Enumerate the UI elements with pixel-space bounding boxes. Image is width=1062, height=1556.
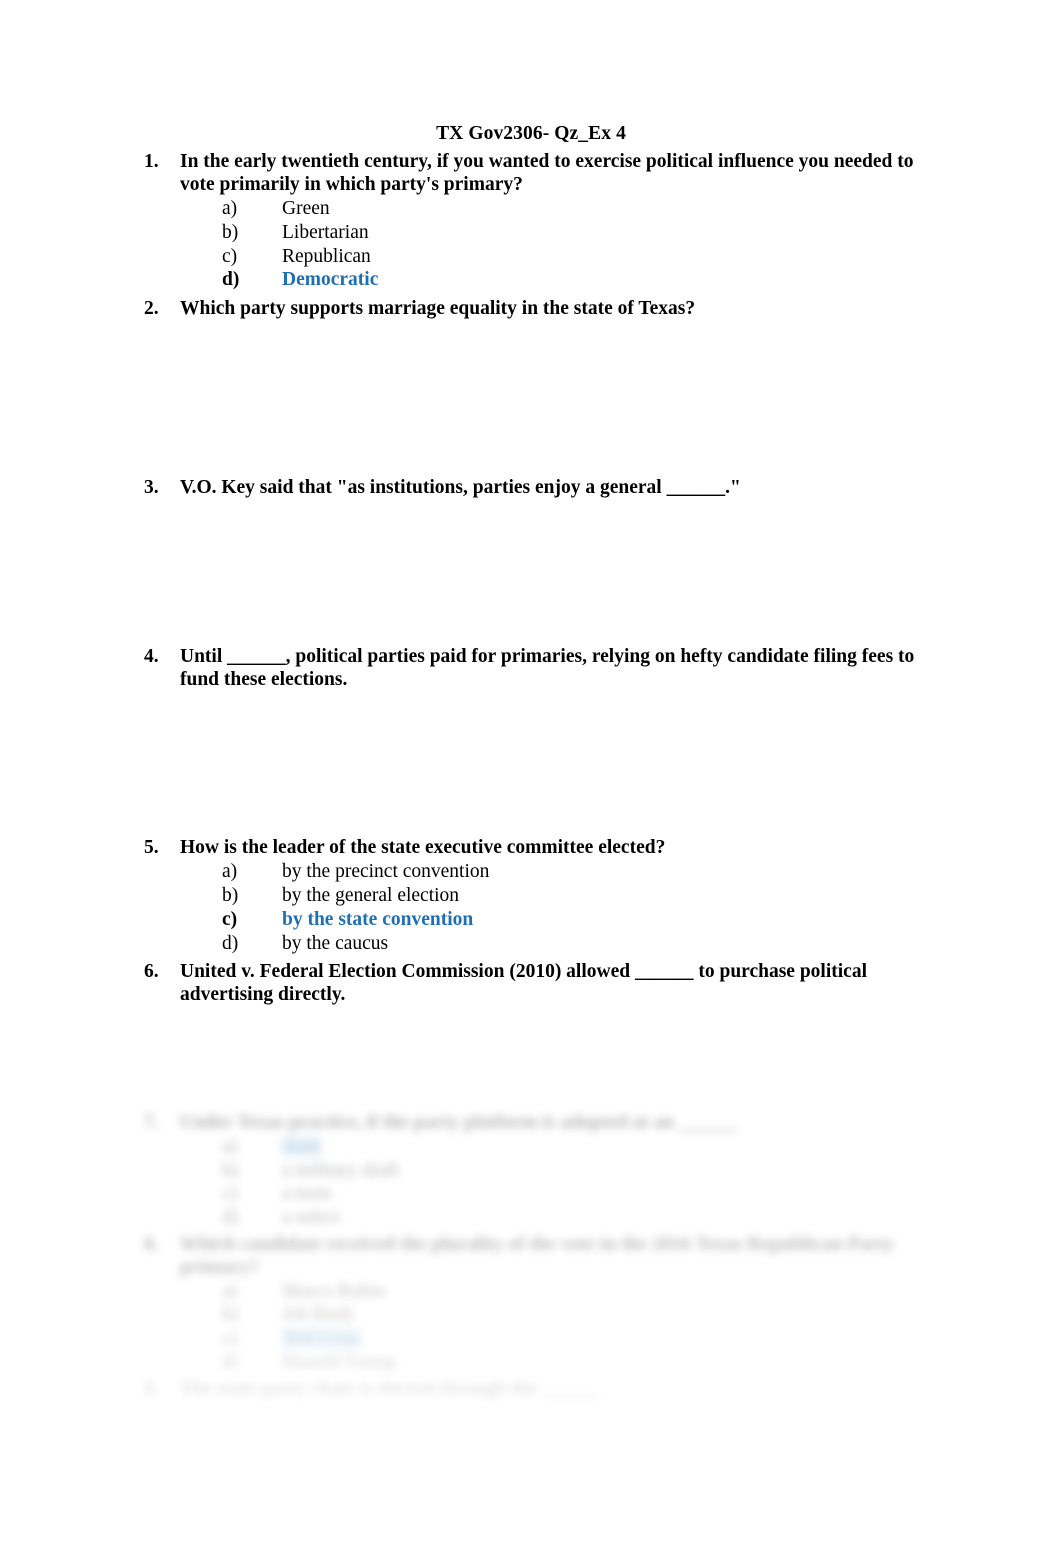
question-text: Until ______, political parties paid for… [180, 645, 915, 690]
question-number: 5. [144, 837, 159, 859]
answer-space[interactable] [180, 500, 1062, 640]
answer-space[interactable] [180, 1007, 1062, 1137]
option-marker: c) [222, 1183, 238, 1205]
question-number: 1. [144, 151, 159, 173]
option-marker: b) [222, 884, 239, 906]
option-marker: d) [222, 269, 240, 291]
question-number: 3. [144, 476, 159, 498]
option-text: Libertarian [282, 221, 369, 243]
option-item[interactable]: d) Donald Trump [180, 1351, 1062, 1375]
option-text: state [282, 1135, 321, 1157]
answer-space[interactable] [180, 691, 1062, 831]
question-item: 2. Which party supports marriage equality… [130, 298, 1062, 471]
option-item[interactable]: b) a military draft [180, 1159, 1062, 1183]
option-item[interactable]: a) by the precinct convention [180, 860, 1062, 884]
option-text: Democratic [282, 269, 379, 291]
page-title: TX Gov2306- Qz_Ex 4 [436, 123, 626, 144]
option-item[interactable]: c) Ted Cruz [180, 1327, 1062, 1351]
option-text: Green [282, 198, 330, 220]
question-text: Which candidate received the plurality o… [180, 1233, 895, 1278]
option-marker: c) [222, 908, 238, 930]
option-marker: d) [222, 932, 239, 954]
option-text: by the general election [282, 884, 460, 906]
option-text: Ted Cruz [282, 1328, 360, 1350]
option-item[interactable]: a) Green [180, 197, 1062, 221]
document-body: TX Gov2306- Qz_Ex 4 1. In the early twent… [0, 0, 1062, 1137]
option-text: by the caucus [282, 932, 389, 954]
option-item[interactable]: b) Jeb Bush [180, 1303, 1062, 1327]
question-text: Which party supports marriage equality i… [180, 298, 696, 320]
question-number: 8. [144, 1233, 159, 1255]
option-item[interactable]: d) a select [180, 1206, 1062, 1230]
question-item: 8. Which candidate received the plurality… [130, 1234, 1062, 1375]
option-text: Donald Trump [282, 1351, 397, 1373]
question-text: In the early twentieth century, if you w… [180, 151, 914, 196]
option-text: by the precinct convention [282, 861, 490, 883]
option-list: a) Green b) Libertarian c) Republican d) Democr… [180, 197, 1062, 292]
option-marker: b) [222, 1304, 239, 1326]
option-marker: c) [222, 245, 238, 267]
option-item[interactable]: d) by the caucus [180, 932, 1062, 956]
question-number: 6. [144, 961, 159, 983]
question-item: 1. In the early twentieth century, if you… [130, 151, 1062, 292]
option-list: a) state b) a military draft c) a term d) a sel… [180, 1135, 1062, 1230]
question-number: 4. [144, 645, 159, 667]
option-item[interactable]: b) Libertarian [180, 221, 1062, 245]
question-item: 5. How is the leader of the state executi… [130, 837, 1062, 955]
option-list: a) Marco Rubio b) Jeb Bush c) Ted Cruz d) Donal… [180, 1280, 1062, 1375]
question-list: 1. In the early twentieth century, if you… [0, 151, 1062, 1137]
option-item[interactable]: a) Marco Rubio [180, 1280, 1062, 1304]
question-text: United v. Federal Election Commission (2… [180, 961, 867, 1006]
question-text: V.O. Key said that "as institutions, par… [180, 476, 741, 498]
option-item[interactable]: c) by the state convention [180, 908, 1062, 932]
document-page: TX Gov2306- Qz_Ex 4 1. In the early twent… [0, 0, 1062, 1556]
option-marker: a) [222, 198, 238, 220]
option-marker: d) [222, 1351, 239, 1373]
option-item[interactable]: b) by the general election [180, 884, 1062, 908]
option-item[interactable]: c) a term [180, 1182, 1062, 1206]
question-number: 9. [144, 1378, 159, 1400]
option-marker: b) [222, 1159, 239, 1181]
question-item: 4. Until ______, political parties paid f… [130, 646, 1062, 832]
faded-question-list: 7. Under Texas practice, if the party pla… [0, 1112, 1062, 1402]
option-marker: b) [222, 221, 239, 243]
answer-space[interactable] [180, 321, 1062, 471]
question-item: 6. United v. Federal Election Commission … [130, 961, 1062, 1137]
option-item[interactable]: c) Republican [180, 245, 1062, 269]
option-text: a select [282, 1207, 340, 1229]
option-text: a term [282, 1183, 332, 1205]
option-item[interactable]: a) state [180, 1135, 1062, 1159]
option-text: Jeb Bush [282, 1304, 353, 1326]
faded-page-tail: 7. Under Texas practice, if the party pla… [0, 1108, 1062, 1438]
option-text: Marco Rubio [282, 1280, 386, 1302]
question-item: 9. The state party chair is elected throu… [130, 1379, 1062, 1402]
question-text: How is the leader of the state executive… [180, 837, 666, 859]
question-item: 3. V.O. Key said that "as institutions, p… [130, 477, 1062, 640]
option-marker: a) [222, 861, 238, 883]
option-marker: d) [222, 1207, 239, 1229]
option-list: a) by the precinct convention b) by the gen… [180, 860, 1062, 955]
option-marker: a) [222, 1280, 238, 1302]
option-marker: a) [222, 1135, 238, 1157]
option-item[interactable]: d) Democratic [180, 268, 1062, 292]
option-marker: c) [222, 1328, 238, 1350]
question-number: 2. [144, 298, 159, 320]
option-text: by the state convention [282, 908, 474, 930]
option-text: Republican [282, 245, 371, 267]
option-text: a military draft [282, 1159, 399, 1181]
question-text: The state party chair is elected through… [180, 1378, 601, 1400]
